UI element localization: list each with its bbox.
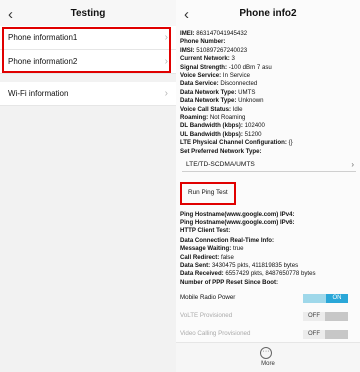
info-value: true	[232, 245, 244, 253]
info-key: DL Bandwidth (kbps):	[180, 122, 243, 130]
info-key: LTE Physical Channel Configuration:	[180, 139, 287, 147]
page-title: Phone info2	[239, 8, 297, 19]
switch-state: OFF	[303, 330, 325, 340]
more-label[interactable]: More	[176, 361, 360, 367]
info-value: 863147041945432	[196, 30, 248, 37]
data-connection-block: Data Connection Real-Time Info: Message …	[180, 237, 356, 287]
info-line: IMSI: 510897267240023	[180, 47, 356, 55]
toggle-label: VoLTE Provisioned	[180, 312, 233, 320]
info-line: Ping Hostname(www.google.com) IPv4:	[180, 211, 356, 219]
toggle-label: Video Calling Provisioned	[180, 330, 251, 338]
bottom-bar: ··· More	[176, 342, 360, 372]
info-key: Signal Strength:	[180, 63, 228, 71]
switch-state: ON	[326, 294, 348, 304]
info-value: Unknown	[238, 97, 264, 105]
toggle-row-mobile-radio-power: Mobile Radio Power ON	[180, 291, 356, 305]
phone-info2-header: ‹ Phone info2	[176, 0, 360, 30]
list-item-label: Wi-Fi information	[8, 89, 69, 98]
info-key: Message Waiting:	[180, 245, 232, 253]
run-ping-test-button[interactable]: Run Ping Test	[180, 182, 236, 205]
switch-state: OFF	[303, 312, 325, 322]
info-value: 3430475 pkts, 411819835 bytes	[211, 261, 299, 269]
highlight-box	[2, 27, 171, 73]
info-line: Number of PPP Reset Since Boot:	[180, 279, 356, 287]
info-value: 51200	[244, 130, 262, 138]
info-line: Data Sent: 3430475 pkts, 411819835 bytes	[180, 262, 356, 270]
info-line: Voice Service: In Service	[180, 72, 356, 80]
phone-info-content: IMEI: 863147041945432 Phone Number: IMSI:…	[180, 30, 356, 341]
info-key: IMSI:	[180, 46, 195, 54]
phone-info2-screen: ‹ Phone info2 IMEI: 863147041945432 Phone…	[176, 0, 360, 372]
info-line: Data Connection Real-Time Info:	[180, 237, 356, 245]
info-value: 6557429 pkts, 8487650778 bytes	[225, 270, 316, 278]
info-key: Call Redirect:	[180, 253, 220, 261]
section-gap	[0, 74, 176, 82]
chevron-right-icon: ›	[164, 88, 168, 99]
toggle-row-volte-provisioned: VoLTE Provisioned OFF	[180, 309, 356, 323]
info-line: Signal Strength: -100 dBm 7 asu	[180, 64, 356, 72]
info-line: Data Network Type: Unknown	[180, 97, 356, 105]
info-key: Data Network Type:	[180, 97, 237, 105]
info-key: Data Connection Real-Time Info:	[180, 236, 275, 244]
info-key: Voice Call Status:	[180, 105, 232, 113]
list-item-wifi-information[interactable]: Wi-Fi information ›	[0, 82, 176, 106]
info-line: Data Network Type: UMTS	[180, 89, 356, 97]
info-line: HTTP Client Test:	[180, 227, 356, 235]
info-line: LTE Physical Channel Configuration: {}	[180, 139, 356, 147]
info-line: Data Service: Disconnected	[180, 80, 356, 88]
info-line: Ping Hostname(www.google.com) IPv6:	[180, 219, 356, 227]
info-key: IMEI:	[180, 30, 195, 37]
info-key: Voice Service:	[180, 72, 222, 80]
ping-results-block: Ping Hostname(www.google.com) IPv4: Ping…	[180, 211, 356, 236]
info-key: Number of PPP Reset Since Boot:	[180, 278, 279, 286]
info-line: DL Bandwidth (kbps): 102400	[180, 122, 356, 130]
radio-info-block: IMEI: 863147041945432 Phone Number: IMSI:…	[180, 30, 356, 156]
info-line: Roaming: Not Roaming	[180, 114, 356, 122]
info-value: 3	[231, 55, 235, 63]
info-key: Data Sent:	[180, 261, 211, 269]
info-value: -100 dBm 7 asu	[228, 63, 272, 71]
info-value: In Service	[222, 72, 251, 80]
info-value: Disconnected	[220, 80, 258, 88]
toggle-label: Mobile Radio Power	[180, 294, 236, 302]
info-key: Data Network Type:	[180, 88, 237, 96]
preferred-network-select[interactable]: LTE/TD-SCDMA/UMTS ›	[182, 157, 356, 173]
info-key: HTTP Client Test:	[180, 227, 231, 235]
info-value: 510897267240023	[196, 46, 248, 54]
info-key: Data Service:	[180, 80, 219, 88]
info-line: Current Network: 3	[180, 55, 356, 63]
info-line: Call Redirect: false	[180, 254, 356, 262]
info-line: Set Preferred Network Type:	[180, 148, 356, 156]
info-line: UL Bandwidth (kbps): 51200	[180, 131, 356, 139]
toggle-list: Mobile Radio Power ON VoLTE Provisioned …	[180, 291, 356, 341]
info-value: UMTS	[238, 88, 256, 96]
info-line: Phone Number:	[180, 38, 356, 46]
info-value: false	[221, 253, 234, 261]
info-key: Data Received:	[180, 270, 224, 278]
preferred-network-value: LTE/TD-SCDMA/UMTS	[186, 161, 255, 169]
info-value: Idle	[232, 105, 243, 113]
info-key: Ping Hostname(www.google.com) IPv4:	[180, 210, 295, 218]
info-key: UL Bandwidth (kbps):	[180, 130, 243, 138]
testing-screen: ‹ Testing Phone information1 › Phone inf…	[0, 0, 176, 372]
info-value: Not Roaming	[209, 114, 246, 122]
info-line: Data Received: 6557429 pkts, 8487650778 …	[180, 270, 356, 278]
chevron-right-icon: ›	[351, 160, 354, 170]
info-key: Ping Hostname(www.google.com) IPv6:	[180, 218, 295, 226]
video-calling-provisioned-switch[interactable]: OFF	[303, 330, 348, 340]
info-line: Message Waiting: true	[180, 245, 356, 253]
volte-provisioned-switch[interactable]: OFF	[303, 312, 348, 322]
more-icon[interactable]: ···	[260, 347, 272, 359]
info-line: Voice Call Status: Idle	[180, 106, 356, 114]
toggle-row-video-calling-provisioned: Video Calling Provisioned OFF	[180, 327, 356, 341]
info-value: {}	[288, 139, 293, 147]
info-line: IMEI: 863147041945432	[180, 30, 356, 38]
info-key: Roaming:	[180, 114, 209, 122]
info-key: Set Preferred Network Type:	[180, 147, 262, 155]
info-key: Current Network:	[180, 55, 230, 63]
page-title: Testing	[70, 8, 106, 19]
info-key: Phone Number:	[180, 38, 226, 46]
info-value: 102400	[244, 122, 265, 130]
mobile-radio-power-switch[interactable]: ON	[303, 294, 348, 304]
